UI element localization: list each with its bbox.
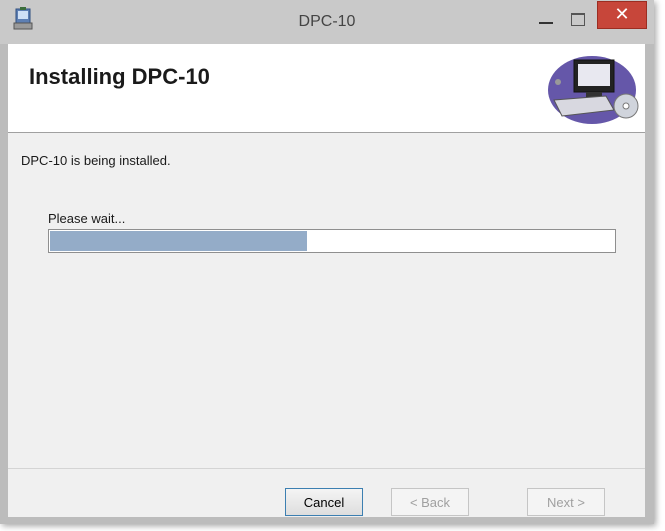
computer-setup-icon <box>544 50 640 126</box>
next-button[interactable]: Next > <box>527 488 605 516</box>
maximize-icon[interactable] <box>567 8 589 30</box>
installer-client-area: Installing DPC-10 DPC-10 is being instal… <box>8 44 645 517</box>
back-button[interactable]: < Back <box>391 488 469 516</box>
install-status-text: DPC-10 is being installed. <box>21 153 171 168</box>
please-wait-label: Please wait... <box>48 211 126 226</box>
close-icon[interactable]: ✕ <box>597 1 647 29</box>
cancel-button[interactable]: Cancel <box>285 488 363 516</box>
footer-divider <box>8 468 645 469</box>
installer-window: DPC-10 ✕ Installing DPC-10 DPC-10 is bei… <box>0 0 654 524</box>
title-bar[interactable]: DPC-10 ✕ <box>0 0 654 44</box>
header-banner: Installing DPC-10 <box>8 44 645 133</box>
progress-fill <box>50 231 307 251</box>
banner-heading: Installing DPC-10 <box>29 64 210 89</box>
install-progress-bar <box>48 229 616 253</box>
minimize-icon[interactable] <box>535 8 557 30</box>
